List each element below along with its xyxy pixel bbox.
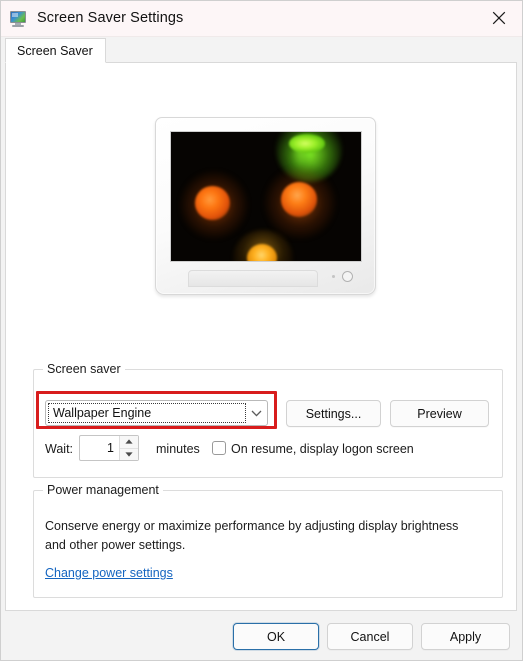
orange-blob-left: [195, 186, 230, 220]
ok-button[interactable]: OK: [233, 623, 319, 650]
monitor-led-icon: [332, 275, 335, 278]
power-management-group: Power management Conserve energy or maxi…: [33, 483, 503, 598]
monitor-screen: [170, 131, 362, 262]
power-management-group-title: Power management: [43, 483, 163, 497]
monitor-preview: [151, 117, 380, 302]
ok-button-label: OK: [266, 629, 286, 644]
logon-screen-checkbox[interactable]: [212, 441, 226, 455]
screen-saver-group: Screen saver Wallpaper Engine Settings..…: [33, 362, 503, 478]
monitor-bezel: [170, 268, 362, 288]
stepper-up-icon[interactable]: [120, 436, 138, 449]
tab-strip: Screen Saver: [5, 37, 517, 63]
monitor-frame: [155, 117, 376, 295]
monitor-slot: [188, 270, 318, 287]
settings-button[interactable]: Settings...: [286, 400, 381, 427]
monitor-power-button-icon: [342, 271, 353, 282]
green-blob: [289, 134, 325, 153]
orange-blob-right: [281, 182, 317, 217]
wait-label: Wait:: [45, 442, 74, 456]
screen-saver-settings-window: Screen Saver Settings Screen Saver Scree…: [0, 0, 523, 661]
monitor-icon-screen: [10, 10, 26, 23]
monitor-icon: [10, 10, 28, 27]
change-power-settings-link[interactable]: Change power settings: [45, 566, 173, 580]
monitor-icon-base: [12, 24, 24, 27]
tab-content-panel: Screen saver Wallpaper Engine Settings..…: [5, 62, 517, 611]
preview-button[interactable]: Preview: [390, 400, 489, 427]
title-bar: Screen Saver Settings: [1, 1, 522, 37]
screen-saver-combobox-value: Wallpaper Engine: [53, 406, 152, 420]
apply-button-label: Apply: [449, 629, 482, 644]
screen-saver-combobox[interactable]: Wallpaper Engine: [45, 400, 268, 426]
tab-screen-saver[interactable]: Screen Saver: [5, 38, 106, 63]
power-management-description: Conserve energy or maximize performance …: [45, 519, 459, 552]
settings-button-label: Settings...: [305, 406, 362, 421]
logon-screen-checkbox-label[interactable]: On resume, display logon screen: [231, 442, 414, 456]
preview-button-label: Preview: [417, 406, 462, 421]
tab-screen-saver-label: Screen Saver: [17, 43, 93, 58]
chevron-down-icon[interactable]: [245, 410, 267, 417]
cancel-button[interactable]: Cancel: [327, 623, 413, 650]
wait-minutes-input[interactable]: 1: [80, 436, 119, 460]
stepper-down-icon[interactable]: [120, 449, 138, 461]
dialog-footer: OK Cancel Apply: [1, 611, 522, 660]
apply-button[interactable]: Apply: [421, 623, 510, 650]
screen-saver-group-title: Screen saver: [43, 362, 125, 376]
monitor-stand: [151, 287, 380, 299]
cancel-button-label: Cancel: [350, 629, 390, 644]
stepper-buttons: [119, 436, 138, 460]
window-title: Screen Saver Settings: [37, 10, 184, 27]
minutes-label: minutes: [156, 442, 200, 456]
wait-minutes-stepper[interactable]: 1: [79, 435, 139, 461]
close-icon[interactable]: [476, 1, 522, 35]
